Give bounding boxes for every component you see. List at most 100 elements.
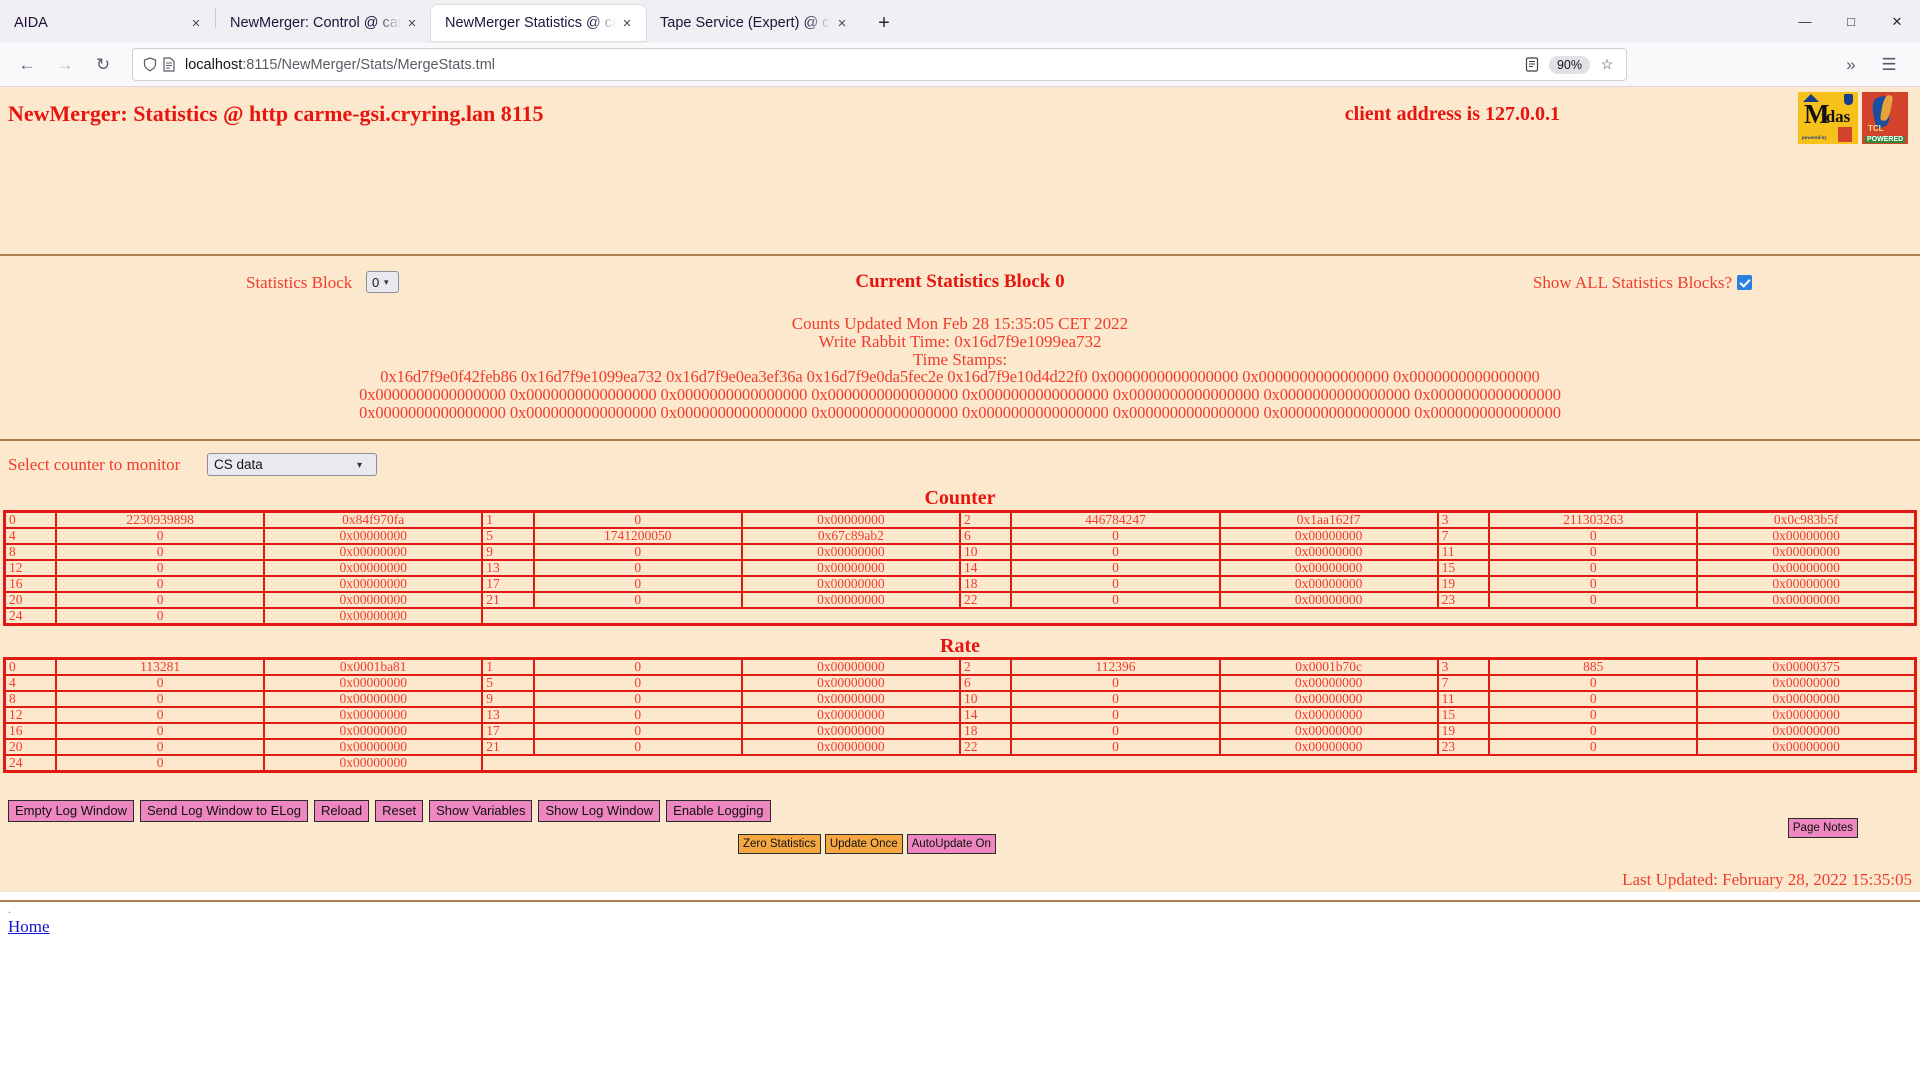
close-icon[interactable]: × — [401, 12, 423, 34]
enable-logging-button[interactable]: Enable Logging — [666, 800, 771, 822]
page-viewport: NewMerger: Statistics @ http carme-gsi.c… — [0, 87, 1920, 1080]
rate-section-title: Rate — [940, 635, 980, 657]
table-row: 24 0 0x00000000 — [3, 607, 1916, 626]
cell-decimal-value: 2230939898 — [55, 510, 266, 529]
table-row: 8 0 0x00000000 9 0 0x00000000 10 0 0x00000000 11 0… — [3, 690, 1917, 708]
send-log-to-elog-button[interactable]: Send Log Window to ELog — [140, 800, 308, 822]
statistics-block-row: Statistics Block 0 ▾ Current Statistics … — [0, 269, 1920, 299]
bookmark-star-icon[interactable]: ☆ — [1594, 52, 1620, 78]
reset-button[interactable]: Reset — [375, 800, 424, 822]
cell-decimal-value: 0 — [55, 722, 266, 740]
cell-hex-value: 0x67c89ab2 — [740, 527, 961, 545]
cell-hex-value: 0x0c983b5f — [1696, 510, 1917, 529]
page-notes-button[interactable]: Page Notes — [1787, 818, 1858, 838]
cell-hex-value: 0x00000000 — [740, 722, 961, 740]
cell-decimal-value: 0 — [1010, 591, 1221, 609]
close-icon[interactable]: × — [616, 12, 638, 34]
cell-index: 11 — [1436, 543, 1491, 561]
cell-hex-value: 0x00000000 — [740, 559, 961, 577]
cell-hex-value: 0x00000375 — [1696, 657, 1917, 676]
cell-hex-value: 0x00000000 — [263, 754, 484, 773]
empty-log-window-button[interactable]: Empty Log Window — [8, 800, 134, 822]
cell-index: 2 — [958, 657, 1013, 676]
cell-hex-value: 0x00000000 — [263, 706, 484, 724]
select-counter-dropdown[interactable]: CS data — [207, 453, 377, 476]
cell-decimal-value: 0 — [532, 575, 743, 593]
app-menu-icon[interactable]: ☰ — [1872, 48, 1906, 82]
cell-index: 21 — [481, 738, 535, 756]
cell-decimal-value: 0 — [55, 527, 266, 545]
tab-aida[interactable]: AIDA × — [0, 5, 215, 41]
cell-hex-value: 0x00000000 — [1218, 674, 1439, 692]
show-all-blocks-checkbox[interactable] — [1737, 275, 1752, 290]
tab-label: NewMerger: Control @ carme — [230, 15, 401, 31]
cell-index: 18 — [958, 722, 1013, 740]
show-log-window-button[interactable]: Show Log Window — [538, 800, 661, 822]
close-icon[interactable]: × — [831, 12, 853, 34]
midas-badge-icon — [1844, 94, 1853, 105]
cell-decimal-value: 0 — [1010, 527, 1221, 545]
cell-decimal-value: 0 — [532, 510, 743, 529]
cell-decimal-value: 0 — [1488, 543, 1699, 561]
cell-index: 19 — [1436, 722, 1491, 740]
counter-table: 0 2230939898 0x84f970fa 1 0 0x00000000 2 446784… — [3, 510, 1917, 626]
tab-label: NewMerger Statistics @ carm — [445, 15, 616, 31]
counts-updated-text: Counts Updated Mon Feb 28 15:35:05 CET 2… — [791, 314, 1129, 333]
time-stamps-label: Time Stamps: — [912, 349, 1008, 369]
cell-decimal-value: 0 — [1010, 690, 1221, 708]
forward-icon: → — [56, 54, 74, 74]
cell-index: 0 — [3, 510, 58, 529]
cell-hex-value: 0x00000000 — [1696, 738, 1917, 756]
address-bar[interactable]: localhost:8115/NewMerger/Stats/MergeStat… — [132, 48, 1627, 81]
update-once-button[interactable]: Update Once — [824, 834, 903, 854]
cell-hex-value: 0x00000000 — [1218, 591, 1439, 609]
overflow-icon[interactable]: » — [1834, 48, 1868, 82]
browser-window: AIDA × NewMerger: Control @ carme × NewM… — [0, 0, 1920, 1080]
minimize-icon[interactable]: — — [1782, 0, 1828, 43]
update-button-row: Zero Statistics Update Once AutoUpdate O… — [738, 834, 996, 854]
cell-index: 13 — [481, 706, 535, 724]
maximize-icon[interactable]: □ — [1828, 0, 1874, 43]
table-row: 16 0 0x00000000 17 0 0x00000000 18 0 0x00000000 1… — [3, 722, 1917, 740]
cell-hex-value: 0x00000000 — [1696, 591, 1917, 609]
reader-mode-icon[interactable] — [1519, 52, 1545, 78]
cell-index: 20 — [3, 591, 58, 609]
cell-decimal-value: 0 — [1010, 722, 1221, 740]
reload-button[interactable]: Reload — [313, 800, 370, 822]
cell-decimal-value: 0 — [1010, 706, 1221, 724]
cell-index: 19 — [1436, 575, 1491, 593]
tab-newmerger-control[interactable]: NewMerger: Control @ carme × — [216, 5, 431, 41]
show-variables-button[interactable]: Show Variables — [429, 800, 533, 822]
table-row: 12 0 0x00000000 13 0 0x00000000 14 0 0x00000000 1… — [3, 559, 1917, 577]
cell-index: 4 — [3, 674, 58, 692]
cell-decimal-value: 0 — [1010, 674, 1221, 692]
autoupdate-toggle-button[interactable]: AutoUpdate On — [906, 834, 996, 854]
tab-strip: AIDA × NewMerger: Control @ carme × NewM… — [0, 0, 1920, 43]
zoom-level-badge[interactable]: 90% — [1548, 55, 1590, 74]
close-icon[interactable]: × — [185, 12, 207, 34]
window-close-icon[interactable]: ✕ — [1874, 0, 1920, 43]
home-link[interactable]: Home — [8, 917, 50, 937]
zero-statistics-button[interactable]: Zero Statistics — [738, 834, 821, 854]
back-icon[interactable]: ← — [10, 48, 44, 82]
cell-decimal-value: 0 — [55, 690, 266, 708]
tab-newmerger-statistics[interactable]: NewMerger Statistics @ carm × — [431, 5, 646, 41]
cell-decimal-value: 0 — [55, 575, 266, 593]
write-rabbit-time-text: Write Rabbit Time: 0x16d7f9e1099ea732 — [818, 331, 1102, 351]
cell-hex-value: 0x00000000 — [740, 510, 961, 529]
cell-index: 1 — [481, 510, 535, 529]
cell-decimal-value: 446784247 — [1010, 510, 1221, 529]
cell-decimal-value: 0 — [55, 706, 266, 724]
reload-icon[interactable]: ↻ — [86, 48, 120, 82]
table-row: 4 0 0x00000000 5 0 0x00000000 6 0 0x00000000 7 0 0x… — [3, 674, 1917, 692]
cell-hex-value: 0x00000000 — [740, 706, 961, 724]
page-document-icon — [163, 57, 185, 72]
table-row: 0 2230939898 0x84f970fa 1 0 0x00000000 2 446784… — [3, 510, 1917, 529]
cell-decimal-value: 0 — [1488, 674, 1699, 692]
cell-index: 4 — [3, 527, 58, 545]
tab-tape-service[interactable]: Tape Service (Expert) @ carm × — [646, 5, 861, 41]
cell-hex-value: 0x00000000 — [1218, 738, 1439, 756]
new-tab-button[interactable]: + — [867, 6, 901, 40]
table-row: 8 0 0x00000000 9 0 0x00000000 10 0 0x00000000 11 0… — [3, 543, 1917, 561]
cell-hex-value: 0x1aa162f7 — [1218, 510, 1439, 529]
